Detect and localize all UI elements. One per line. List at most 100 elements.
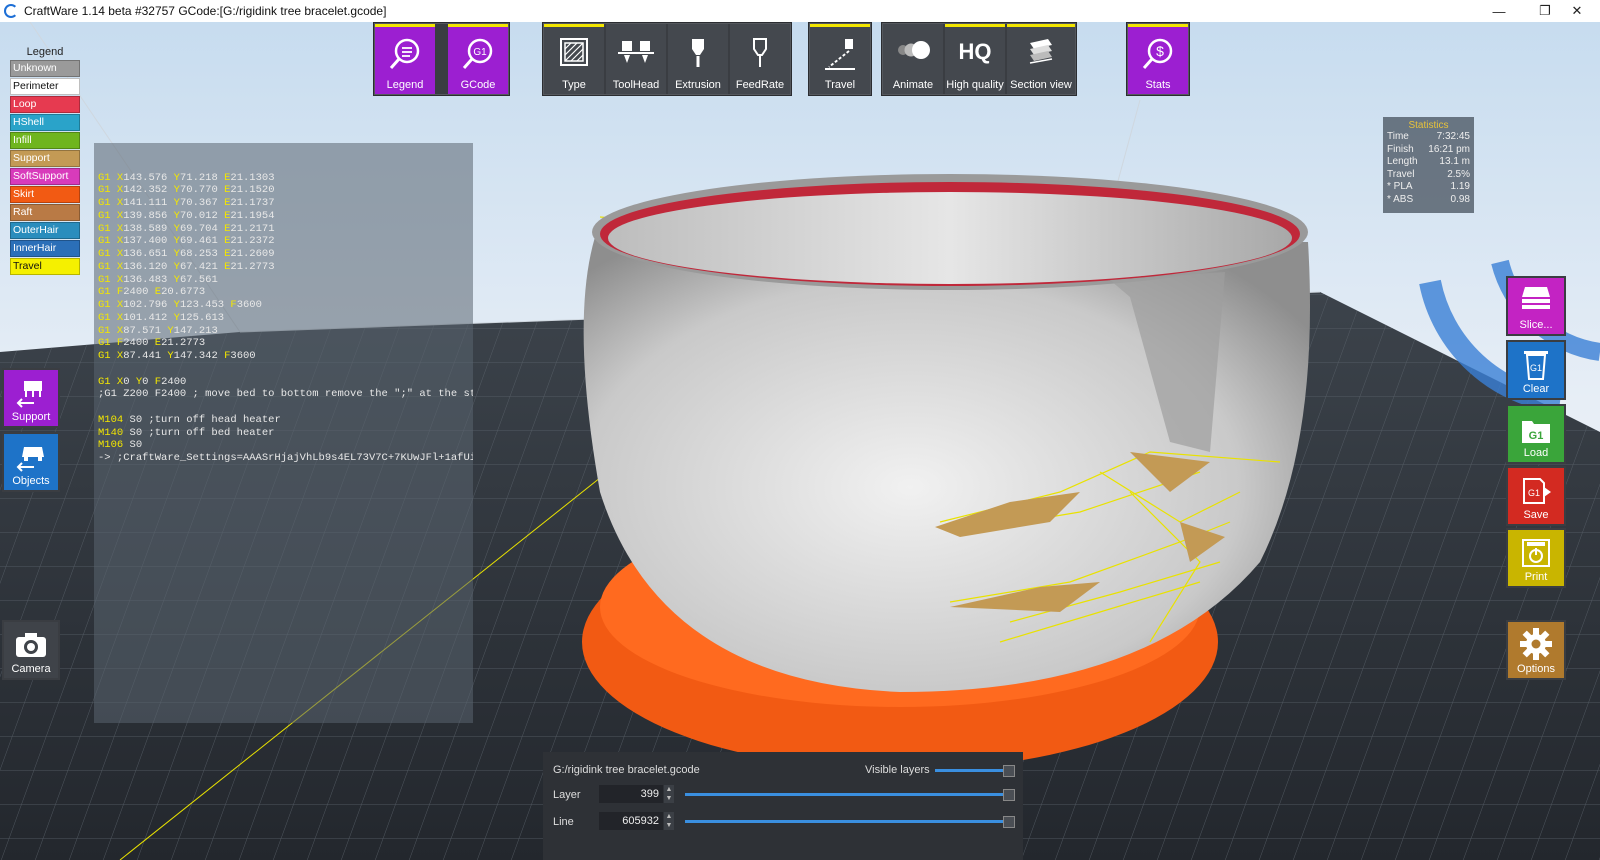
gcode-line: G1 X136.651 Y68.253 E21.2609 (98, 248, 469, 261)
toolhead-button[interactable]: ToolHead (606, 24, 666, 94)
objects-button[interactable]: Objects (2, 432, 60, 492)
print-button[interactable]: Print (1506, 528, 1566, 588)
visible-layers-slider-handle[interactable] (1003, 765, 1015, 777)
gcode-value: 69.461 (179, 235, 218, 248)
layer-slider-handle[interactable] (1003, 789, 1015, 801)
gcode-line: M104 S0 ;turn off head heater (98, 414, 469, 427)
line-number-input[interactable]: 605932 (599, 812, 663, 830)
section-view-button[interactable]: Section view (1007, 24, 1075, 94)
save-button[interactable]: G1 Save (1506, 466, 1566, 526)
gcode-command: G1 (98, 273, 111, 286)
svg-text:G1: G1 (1529, 430, 1544, 442)
gcode-line: G1 X87.441 Y147.342 F3600 (98, 350, 469, 363)
folder-g1-icon: G1 (1522, 421, 1550, 443)
close-button[interactable]: ✕ (1554, 0, 1600, 22)
stat-value: 13.1 m (1439, 156, 1470, 167)
gcode-panel[interactable]: G1 X143.576 Y71.218 E21.1303 G1 X142.352 … (94, 143, 473, 723)
support-button[interactable]: Support (2, 368, 60, 428)
legend-button[interactable]: Legend (375, 24, 435, 94)
extrusion-button-label: Extrusion (675, 79, 721, 91)
stat-label: Finish (1387, 143, 1414, 155)
stats-button[interactable]: $ Stats (1128, 24, 1188, 94)
line-slider[interactable] (685, 820, 1005, 823)
gcode-command: G1 (98, 311, 111, 324)
slice-button[interactable]: Slice... (1506, 276, 1566, 336)
gcode-line: G1 X0 Y0 F2400 (98, 376, 469, 389)
stat-row: * ABS 0.98 (1387, 194, 1470, 207)
gcode-button[interactable]: G1 GCode (448, 24, 508, 94)
travel-button[interactable]: Travel (810, 24, 870, 94)
gcode-line (98, 401, 469, 414)
gcode-command: G1 (98, 350, 111, 362)
window-title: CraftWare 1.14 beta #32757 GCode:[G:/rig… (24, 4, 387, 18)
gcode-value: 20.6773 (161, 286, 206, 299)
gcode-comment: ;G1 Z200 F2400 ; move bed to bottom remo… (98, 388, 473, 401)
statistics-title: Statistics (1408, 120, 1449, 131)
layer-spin-arrows[interactable]: ▲ ▼ (664, 785, 674, 803)
visible-layers-slider[interactable] (935, 769, 1005, 772)
stat-label: Time (1387, 131, 1409, 142)
gcode-value: 21.2372 (230, 235, 275, 248)
gcode-line: G1 X142.352 Y70.770 E21.1520 (98, 184, 469, 197)
gcode-line: G1 X141.111 Y70.367 E21.1737 (98, 197, 469, 210)
gcode-value: 69.704 (179, 222, 218, 235)
load-button[interactable]: G1 Load (1506, 404, 1566, 464)
gcode-value: 70.367 (179, 197, 218, 209)
line-slider-handle[interactable] (1003, 816, 1015, 828)
gcode-value: 2400 (123, 337, 149, 350)
magnifier-list-icon (389, 38, 420, 69)
gcode-value: 0 (142, 375, 149, 388)
gcode-line: M140 S0 ;turn off bed heater (98, 427, 469, 440)
gcode-line: G1 X137.400 Y69.461 E21.2372 (98, 235, 469, 248)
section-view-button-label: Section view (1010, 79, 1072, 91)
toolbar-group-view: Legend G1 GCode (373, 22, 510, 96)
feedrate-button[interactable]: FeedRate (730, 24, 790, 94)
minimize-button[interactable]: — (1476, 0, 1522, 22)
stat-value: 1.19 (1450, 181, 1470, 192)
gcode-line: G1 X139.856 Y70.012 E21.1954 (98, 210, 469, 223)
gcode-value: 68.253 (179, 248, 218, 260)
gcode-command: M140 (98, 426, 124, 439)
options-button-label: Options (1517, 663, 1555, 675)
slice-printer-icon (1522, 287, 1550, 309)
current-line-arrow-icon: -> (98, 452, 111, 464)
type-button[interactable]: Type (544, 24, 604, 94)
trash-g1-icon: G1 (1524, 351, 1548, 380)
gcode-value: 67.561 (179, 273, 218, 286)
legend-item: Unknown (10, 60, 80, 77)
gcode-command: G1 (98, 324, 111, 337)
gcode-value: 21.2171 (230, 222, 275, 235)
objects-arrow-icon (16, 447, 44, 472)
gcode-command: G1 (98, 337, 111, 350)
stat-row: * PLA 1.19 (1387, 181, 1470, 194)
print-button-label: Print (1524, 571, 1548, 583)
stat-row: Length 13.1 m (1387, 156, 1470, 169)
camera-button[interactable]: Camera (2, 620, 60, 680)
layer-number-input[interactable]: 399 (599, 785, 663, 803)
gcode-command: G1 (98, 375, 111, 388)
animate-button[interactable]: Animate (883, 24, 943, 94)
high-quality-button[interactable]: HQ High quality (945, 24, 1005, 94)
legend-item: HShell (10, 114, 80, 131)
line-spin-arrows[interactable]: ▲ ▼ (664, 812, 674, 830)
gcode-value: 2400 (123, 286, 149, 299)
legend-item: Raft (10, 204, 80, 221)
stat-row: Time 7:32:45 (1387, 131, 1470, 144)
gcode-command: G1 (98, 197, 111, 209)
gcode-command: G1 (98, 222, 111, 235)
gcode-line: G1 F2400 E21.2773 (98, 337, 469, 350)
gcode-line: G1 F2400 E20.6773 (98, 286, 469, 299)
gcode-line: ;G1 Z200 F2400 ; move bed to bottom remo… (98, 388, 473, 401)
extrusion-button[interactable]: Extrusion (668, 24, 728, 94)
gcode-value: 138.589 (123, 222, 168, 235)
gcode-value: 147.213 (173, 324, 218, 337)
layer-slider[interactable] (685, 793, 1005, 796)
stat-label: * ABS (1387, 193, 1414, 205)
options-button[interactable]: Options (1506, 620, 1566, 680)
legend-item: Travel (10, 258, 80, 275)
statistics-panel: Statistics Time 7:32:45 Finish 16:21 pm Leng… (1383, 117, 1474, 213)
visible-layers-label: Visible layers (865, 764, 930, 776)
print-power-icon (1522, 539, 1550, 567)
gcode-value: 21.1303 (230, 171, 275, 184)
clear-button[interactable]: G1 Clear (1506, 340, 1566, 400)
